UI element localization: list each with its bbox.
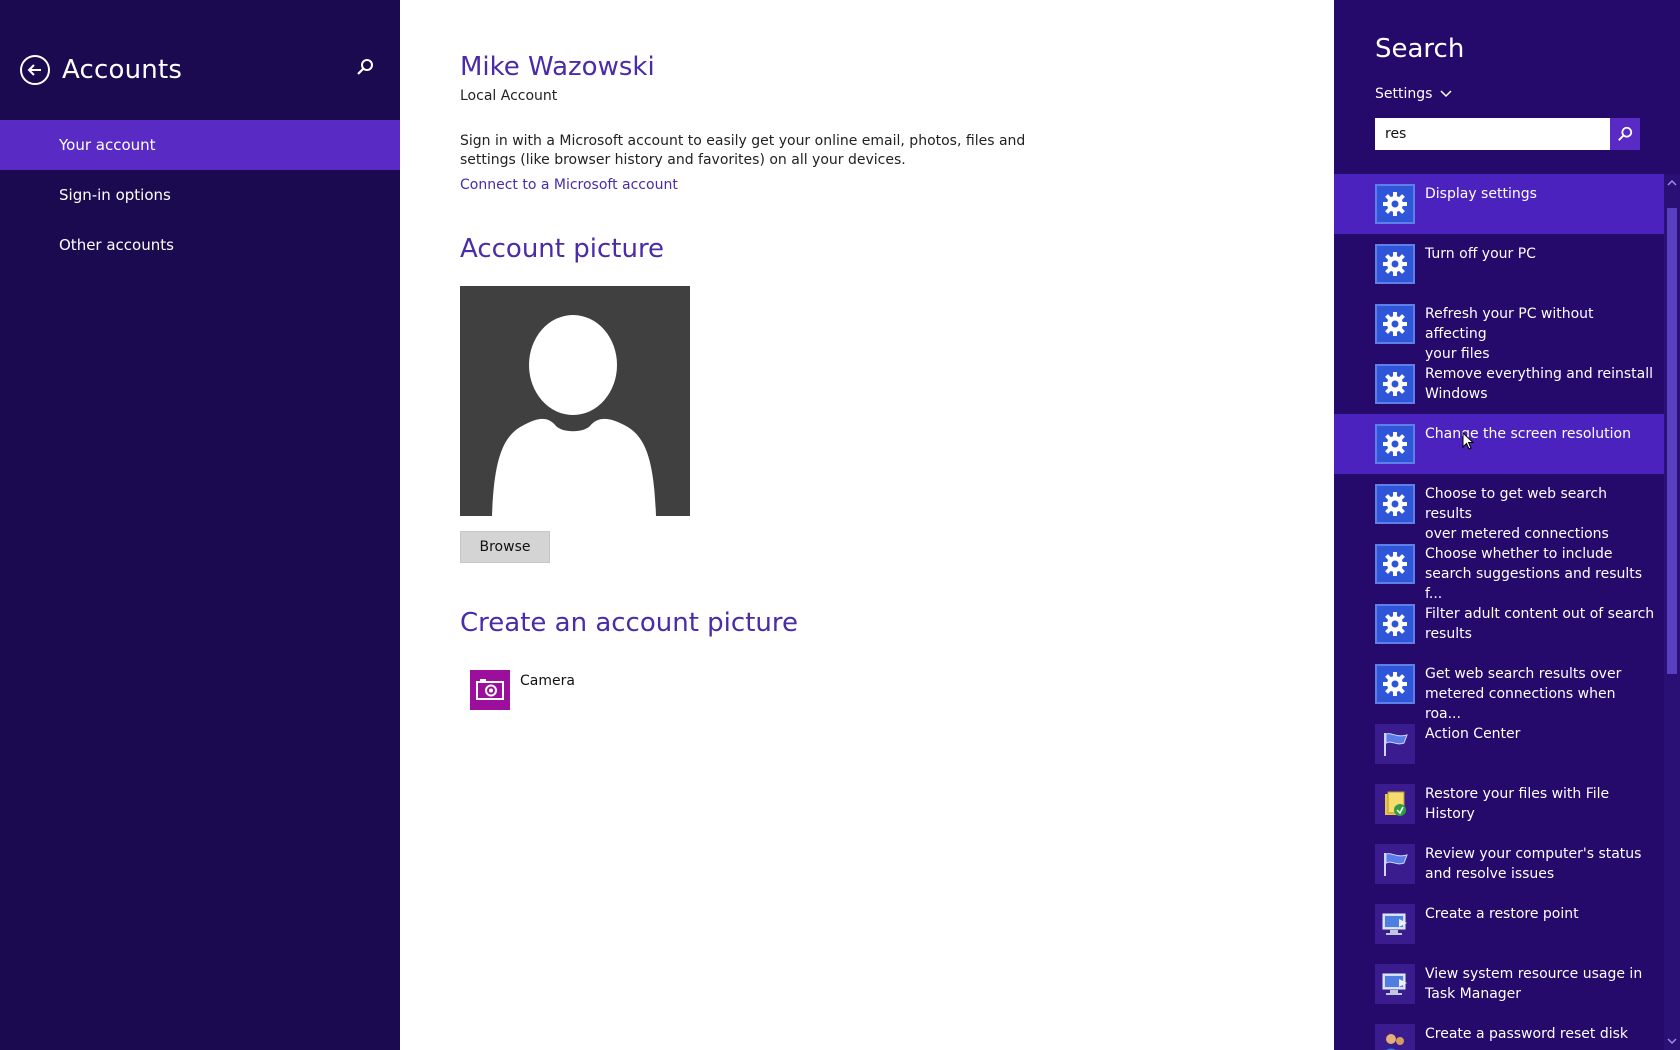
search-result-item[interactable]: Choose whether to include search suggest… bbox=[1334, 534, 1664, 602]
search-scope-label: Settings bbox=[1375, 86, 1433, 102]
nav-title: Accounts bbox=[62, 55, 183, 85]
mouse-cursor-icon bbox=[1462, 431, 1475, 450]
user-silhouette-icon bbox=[492, 315, 656, 516]
search-result-item[interactable]: Action Center bbox=[1334, 714, 1664, 774]
search-result-item[interactable]: Create a password reset disk bbox=[1334, 1014, 1664, 1050]
gear-icon bbox=[1375, 664, 1415, 704]
user-name: Mike Wazowski bbox=[460, 52, 655, 82]
search-result-label: Filter adult content out of search resul… bbox=[1425, 606, 1655, 642]
search-results-list: Display settings Turn off your PC Refresh … bbox=[1334, 174, 1664, 1050]
account-content: Mike Wazowski Local Account Sign in with… bbox=[400, 0, 1334, 1050]
search-result-item[interactable]: Get web search results over metered conn… bbox=[1334, 654, 1664, 722]
search-box bbox=[1375, 118, 1640, 150]
search-result-label: Turn off your PC bbox=[1425, 246, 1536, 262]
search-result-item[interactable]: Filter adult content out of search resul… bbox=[1334, 594, 1664, 654]
search-result-item[interactable]: Refresh your PC without affecting your f… bbox=[1334, 294, 1664, 362]
back-arrow-icon bbox=[27, 64, 41, 76]
search-result-label: Remove everything and reinstall Windows bbox=[1425, 366, 1654, 402]
search-result-label: Create a restore point bbox=[1425, 906, 1579, 922]
search-result-label: Review your computer's status and resolv… bbox=[1425, 846, 1642, 882]
search-scope-dropdown[interactable]: Settings bbox=[1375, 86, 1452, 102]
search-result-label: Change the screen resolution bbox=[1425, 426, 1631, 442]
system-icon bbox=[1375, 904, 1415, 944]
gear-icon bbox=[1375, 184, 1415, 224]
gear-icon bbox=[1375, 484, 1415, 524]
flag-icon bbox=[1375, 844, 1415, 884]
search-submit-button[interactable] bbox=[1610, 118, 1640, 150]
microsoft-account-info: Sign in with a Microsoft account to easi… bbox=[460, 133, 1026, 168]
nav-header: Accounts bbox=[20, 52, 380, 88]
search-result-label: Display settings bbox=[1425, 186, 1537, 202]
camera-label: Camera bbox=[520, 673, 575, 689]
results-scrollbar[interactable] bbox=[1664, 174, 1680, 1050]
account-picture-heading: Account picture bbox=[460, 234, 665, 264]
file-history-icon bbox=[1375, 784, 1415, 824]
search-result-item[interactable]: View system resource usage in Task Manag… bbox=[1334, 954, 1664, 1014]
search-result-item[interactable]: Review your computer's status and resolv… bbox=[1334, 834, 1664, 894]
connect-microsoft-account-link[interactable]: Connect to a Microsoft account bbox=[460, 177, 678, 193]
account-type: Local Account bbox=[460, 88, 558, 104]
gear-icon bbox=[1375, 424, 1415, 464]
gear-icon bbox=[1375, 544, 1415, 584]
nav-list: Your account Sign-in options Other accou… bbox=[0, 120, 400, 270]
camera-icon bbox=[470, 670, 510, 710]
nav-item-sign-in-options[interactable]: Sign-in options bbox=[0, 170, 400, 220]
search-result-item[interactable]: Change the screen resolution bbox=[1334, 414, 1664, 474]
camera-app-item[interactable]: Camera bbox=[470, 670, 575, 710]
search-result-label: View system resource usage in Task Manag… bbox=[1425, 966, 1643, 1002]
search-title: Search bbox=[1375, 34, 1465, 64]
flag-icon bbox=[1375, 724, 1415, 764]
create-account-picture-heading: Create an account picture bbox=[460, 608, 798, 638]
gear-icon bbox=[1375, 364, 1415, 404]
settings-nav: Accounts Your account Sign-in options Ot… bbox=[0, 0, 400, 1050]
search-result-item[interactable]: Display settings bbox=[1334, 174, 1664, 234]
users-icon bbox=[1375, 1024, 1415, 1050]
search-result-item[interactable]: Choose to get web search results over me… bbox=[1334, 474, 1664, 542]
search-result-item[interactable]: Turn off your PC bbox=[1334, 234, 1664, 294]
search-result-label: Restore your files with File History bbox=[1425, 786, 1610, 822]
scroll-up-arrow-icon[interactable] bbox=[1664, 176, 1680, 190]
search-result-label: Create a password reset disk bbox=[1425, 1026, 1628, 1042]
chevron-down-icon bbox=[1440, 86, 1452, 102]
search-result-label: Action Center bbox=[1425, 726, 1521, 742]
search-input[interactable] bbox=[1375, 118, 1610, 150]
back-button[interactable] bbox=[20, 55, 50, 85]
gear-icon bbox=[1375, 604, 1415, 644]
gear-icon bbox=[1375, 304, 1415, 344]
search-result-item[interactable]: Create a restore point bbox=[1334, 894, 1664, 954]
search-icon bbox=[1618, 126, 1633, 141]
nav-item-other-accounts[interactable]: Other accounts bbox=[0, 220, 400, 270]
search-result-item[interactable]: Restore your files with File History bbox=[1334, 774, 1664, 834]
scroll-thumb[interactable] bbox=[1667, 208, 1677, 674]
search-charm-pane: Search Settings Display settings Turn off… bbox=[1334, 0, 1680, 1050]
scroll-down-arrow-icon[interactable] bbox=[1664, 1034, 1680, 1048]
nav-item-your-account[interactable]: Your account bbox=[0, 120, 400, 170]
search-result-item[interactable]: Remove everything and reinstall Windows bbox=[1334, 354, 1664, 414]
account-picture bbox=[460, 286, 690, 516]
system-icon bbox=[1375, 964, 1415, 1004]
search-icon[interactable] bbox=[356, 58, 380, 82]
browse-button[interactable]: Browse bbox=[460, 531, 550, 563]
gear-icon bbox=[1375, 244, 1415, 284]
